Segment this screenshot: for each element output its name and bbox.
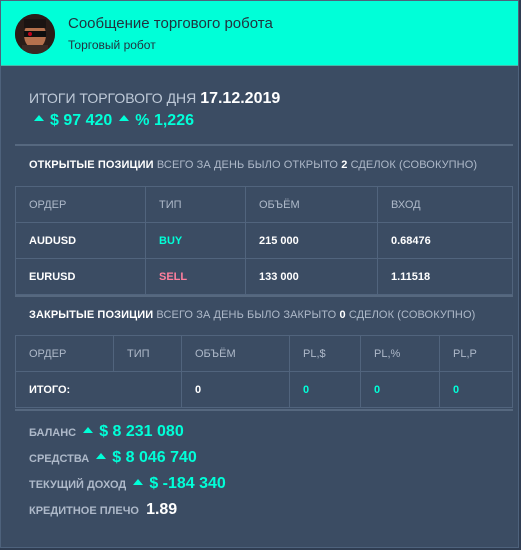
divider [15, 144, 513, 146]
day-percent: % 1,226 [135, 112, 194, 129]
column-header: PL,P [439, 335, 513, 372]
day-profit: $ 97 420 [50, 112, 113, 129]
equity-value: $ 8 046 740 [112, 449, 197, 466]
type-cell: SELL [145, 258, 246, 295]
total-pl-pct: 0 [360, 371, 440, 408]
total-volume: 0 [181, 371, 290, 408]
day-summary-values: $ 97 420 % 1,226 [34, 112, 194, 130]
table-row-total: ИТОГО: 0 0 0 0 [15, 371, 513, 408]
income-value: $ -184 340 [149, 475, 226, 492]
balance-label: БАЛАНС [29, 427, 77, 439]
closed-positions-heading: ЗАКРЫТЫЕ ПОЗИЦИИ [29, 309, 154, 321]
order-cell: EURUSD [15, 258, 146, 295]
open-positions-desc-post: СДЕЛОК (СОВОКУПНО) [350, 159, 478, 171]
caret-up-icon [119, 114, 130, 121]
avatar [15, 14, 55, 54]
day-summary-title: ИТОГИ ТОРГОВОГО ДНЯ 17.12.2019 [29, 90, 280, 108]
total-pl-usd: 0 [289, 371, 361, 408]
volume-cell: 215 000 [245, 222, 378, 259]
message-title: Сообщение торгового робота [68, 15, 273, 32]
closed-positions-desc-pre: ВСЕГО ЗА ДЕНЬ БЫЛО ЗАКРЫТО [156, 309, 337, 321]
column-header: PL,$ [289, 335, 361, 372]
closed-positions-count: 0 [339, 309, 346, 321]
day-summary-date: 17.12.2019 [200, 90, 281, 107]
closed-positions-desc-post: СДЕЛОК (СОВОКУПНО) [348, 309, 476, 321]
income-line: ТЕКУЩИЙ ДОХОД $ -184 340 [29, 475, 226, 493]
table-header-row: ОРДЕР ТИП ОБЪЁМ ВХОД [15, 186, 513, 223]
column-header: ОРДЕР [15, 335, 114, 372]
open-positions-desc-pre: ВСЕГО ЗА ДЕНЬ БЫЛО ОТКРЫТО [156, 159, 339, 171]
column-header: PL,% [360, 335, 440, 372]
leverage-value: 1.89 [146, 501, 178, 518]
day-summary-label: ИТОГИ ТОРГОВОГО ДНЯ [29, 90, 197, 106]
divider [15, 295, 513, 297]
balance-value: $ 8 231 080 [99, 423, 184, 440]
column-header: ОБЪЁМ [245, 186, 378, 223]
caret-up-icon [133, 479, 144, 486]
open-positions-title: ОТКРЫТЫЕ ПОЗИЦИИ ВСЕГО ЗА ДЕНЬ БЫЛО ОТКР… [29, 159, 477, 171]
column-header: ТИП [145, 186, 246, 223]
message-card: Сообщение торгового робота Торговый робо… [0, 0, 519, 548]
order-cell: AUDUSD [15, 222, 146, 259]
open-positions-heading: ОТКРЫТЫЕ ПОЗИЦИИ [29, 159, 154, 171]
open-positions-table: ОРДЕР ТИП ОБЪЁМ ВХОД AUDUSD BUY 215 000 … [15, 186, 513, 295]
message-header: Сообщение торгового робота Торговый робо… [1, 1, 518, 66]
bot-name: Торговый робот [68, 38, 156, 52]
column-header: ВХОД [377, 186, 513, 223]
leverage-label: КРЕДИТНОЕ ПЛЕЧО [29, 505, 139, 517]
caret-up-icon [34, 114, 44, 121]
volume-cell: 133 000 [245, 258, 378, 295]
column-header: ОБЪЁМ [181, 335, 290, 372]
column-header: ОРДЕР [15, 186, 146, 223]
total-label: ИТОГО: [15, 371, 182, 408]
column-header: ТИП [113, 335, 182, 372]
leverage-line: КРЕДИТНОЕ ПЛЕЧО 1.89 [29, 501, 177, 519]
total-pl-points: 0 [439, 371, 513, 408]
table-header-row: ОРДЕР ТИП ОБЪЁМ PL,$ PL,% PL,P [15, 335, 513, 372]
caret-up-icon [96, 453, 107, 460]
entry-cell: 0.68476 [377, 222, 513, 259]
caret-up-icon [83, 427, 94, 434]
entry-cell: 1.11518 [377, 258, 513, 295]
open-positions-count: 2 [341, 159, 348, 171]
balance-line: БАЛАНС $ 8 231 080 [29, 423, 184, 441]
divider [15, 409, 513, 411]
closed-positions-table: ОРДЕР ТИП ОБЪЁМ PL,$ PL,% PL,P ИТОГО: 0 … [15, 335, 513, 408]
closed-positions-title: ЗАКРЫТЫЕ ПОЗИЦИИ ВСЕГО ЗА ДЕНЬ БЫЛО ЗАКР… [29, 309, 475, 321]
table-row: AUDUSD BUY 215 000 0.68476 [15, 222, 513, 259]
table-row: EURUSD SELL 133 000 1.11518 [15, 258, 513, 295]
equity-label: СРЕДСТВА [29, 453, 90, 465]
equity-line: СРЕДСТВА $ 8 046 740 [29, 449, 197, 467]
income-label: ТЕКУЩИЙ ДОХОД [29, 479, 127, 491]
type-cell: BUY [145, 222, 246, 259]
